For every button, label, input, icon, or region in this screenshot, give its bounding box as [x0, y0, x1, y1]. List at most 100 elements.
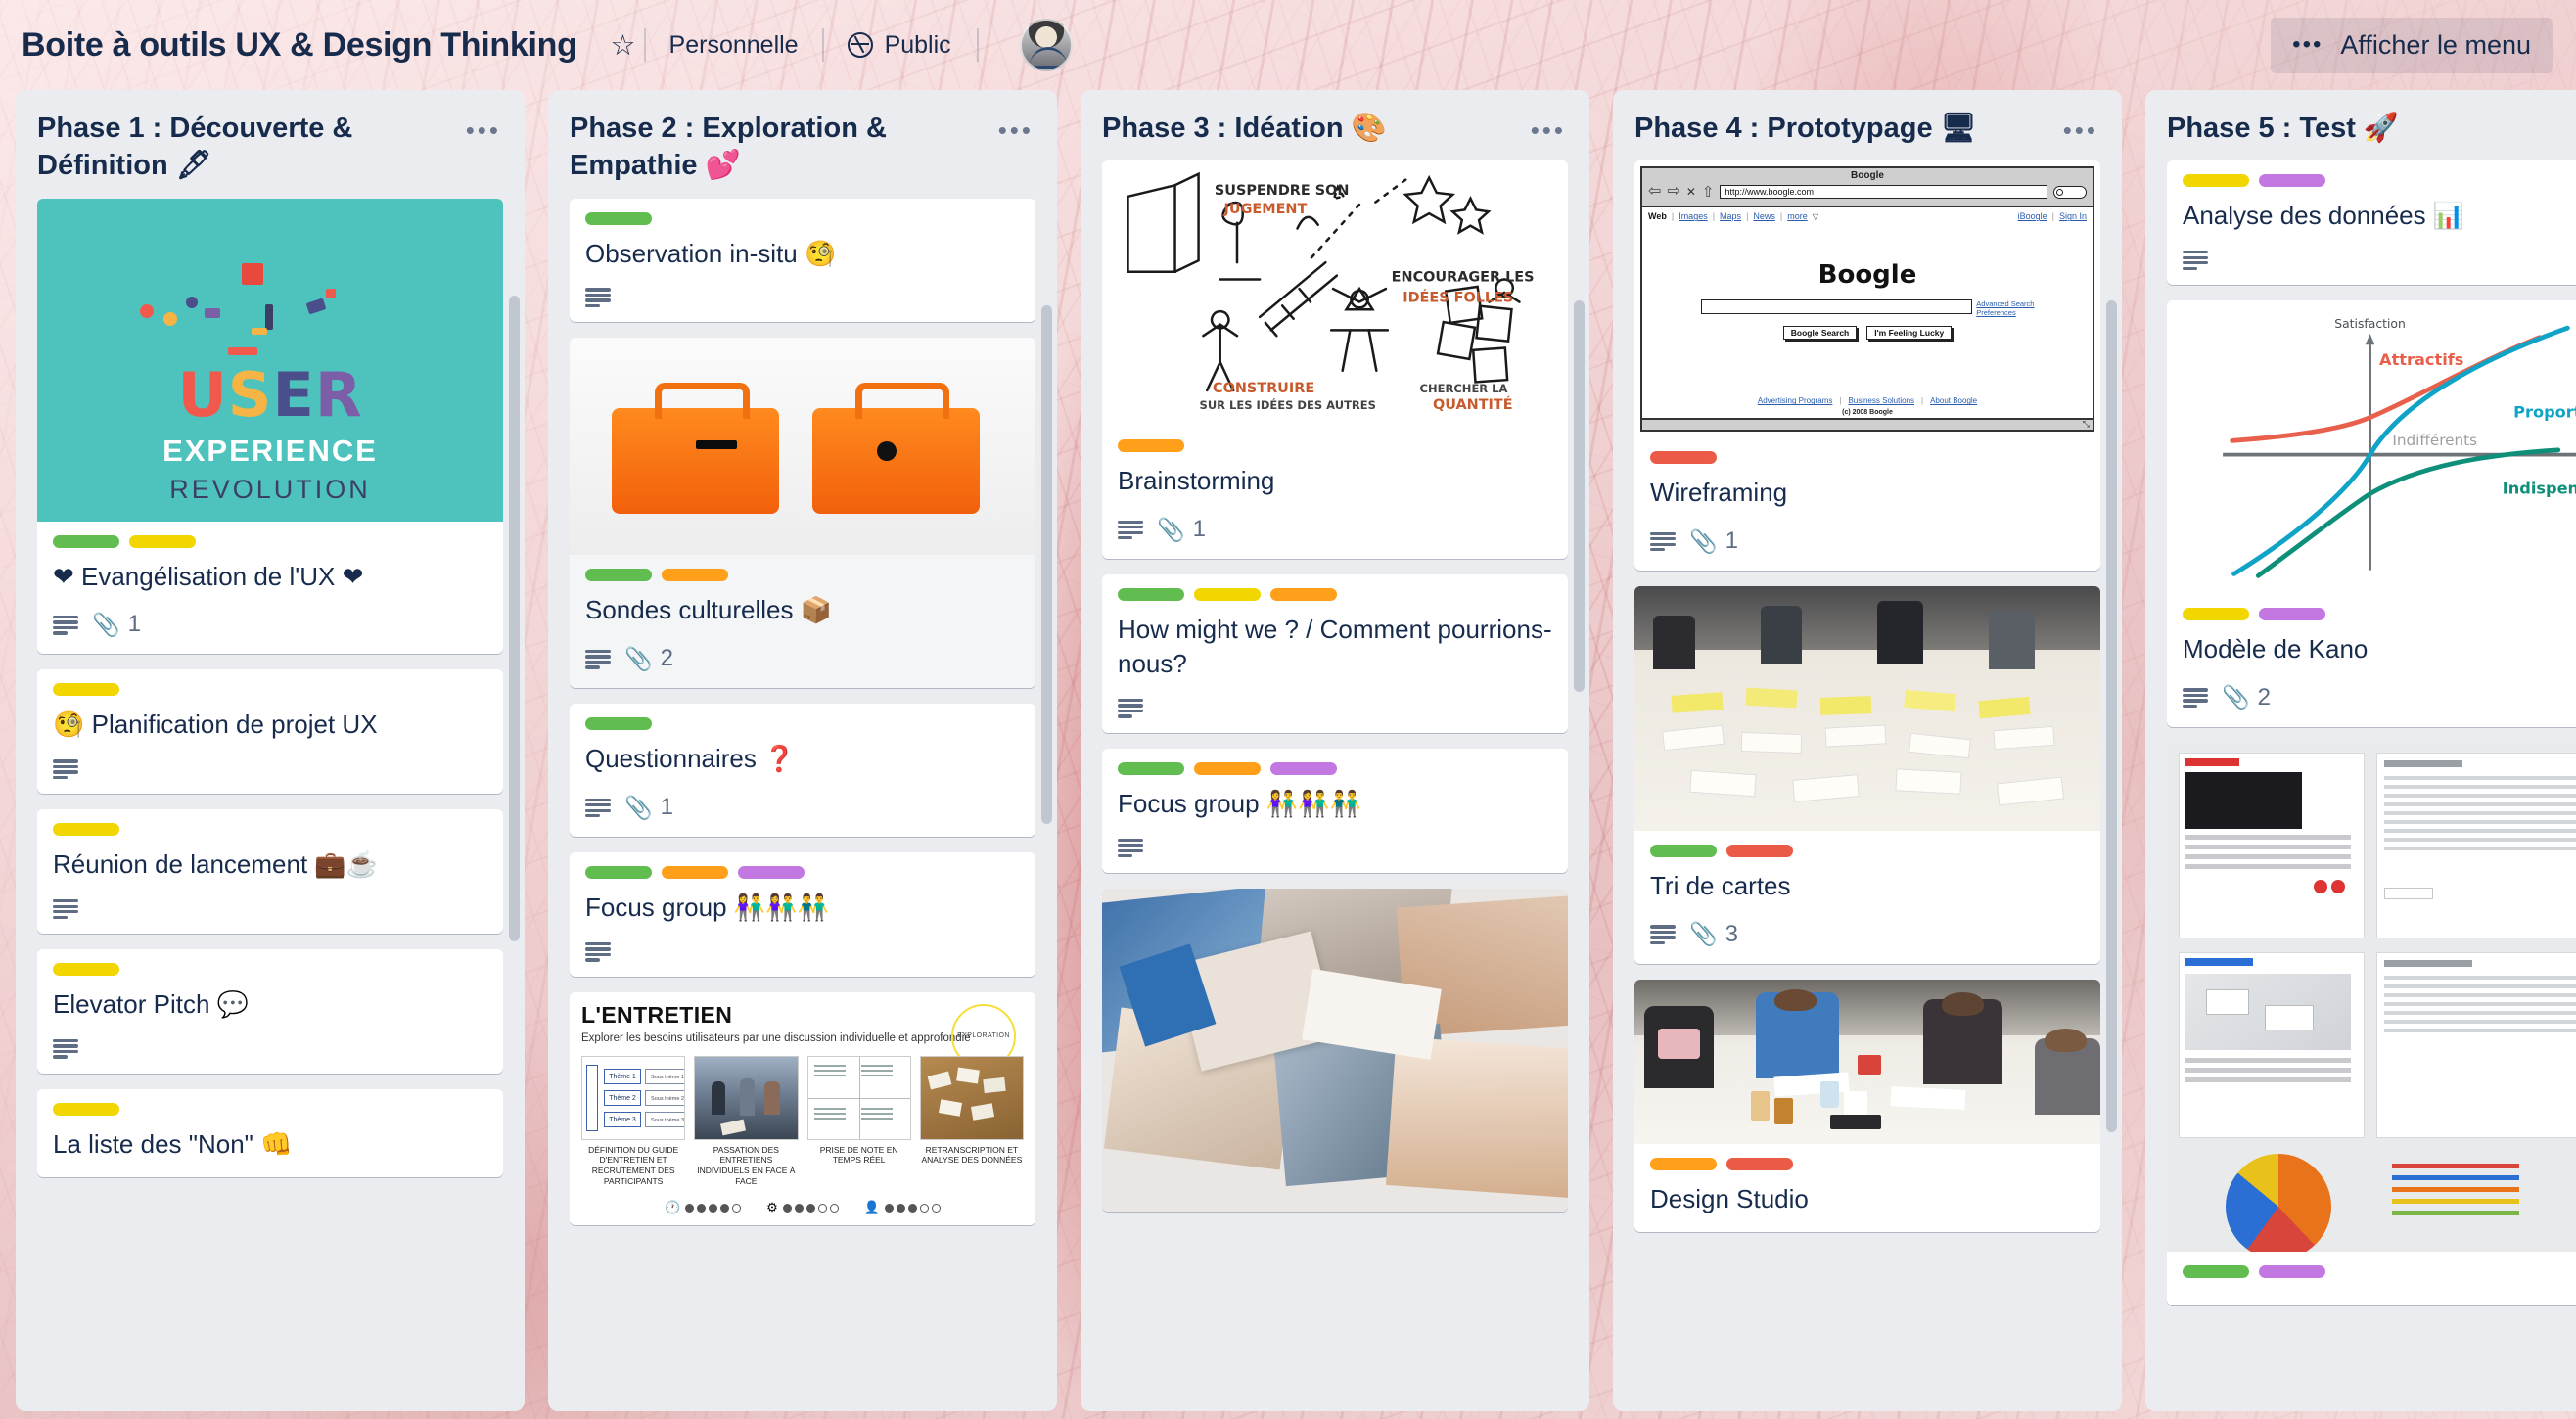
label-orange[interactable] — [1650, 1157, 1717, 1170]
card-title[interactable]: Brainstorming — [1118, 464, 1552, 498]
card-wireframing[interactable]: Boogle ⇦ ⇨ ✕ ⇧ http://www.boogle.com Web… — [1634, 160, 2100, 572]
board-visibility-public[interactable]: Public — [832, 23, 967, 68]
list-menu-icon[interactable]: ••• — [998, 110, 1034, 143]
card-labels[interactable] — [1650, 1157, 2085, 1170]
boogle-nav-web[interactable]: Web — [1648, 211, 1667, 221]
card-labels[interactable] — [53, 1102, 487, 1116]
card-title[interactable]: Wireframing — [1650, 476, 2085, 510]
label-green[interactable] — [585, 569, 652, 582]
card-labels[interactable] — [2183, 174, 2576, 188]
label-red[interactable] — [1726, 845, 1793, 858]
list-scrollbar[interactable] — [2106, 300, 2117, 1132]
card-focus-group-phase2[interactable]: Focus group 👫👫👬 — [570, 852, 1035, 977]
label-green[interactable] — [1118, 588, 1184, 602]
list-scrollbar[interactable] — [1574, 300, 1585, 692]
card-sondes-culturelles[interactable]: Sondes culturelles 📦 📎 2 — [570, 338, 1035, 689]
card-labels[interactable] — [585, 717, 1020, 731]
list-title[interactable]: Phase 5 : Test 🚀 — [2167, 110, 2576, 147]
card-title[interactable]: Questionnaires ❓ — [585, 742, 1020, 776]
label-yellow[interactable] — [2183, 174, 2249, 188]
card-elevator-pitch[interactable]: Elevator Pitch 💬 — [37, 949, 503, 1074]
list-title[interactable]: Phase 4 : Prototypage 🖥 — [1634, 110, 2053, 147]
card-title[interactable]: Tri de cartes — [1650, 869, 2085, 903]
chevron-down-icon[interactable]: ▽ — [1813, 212, 1818, 221]
card-labels[interactable] — [585, 211, 1020, 225]
list-phase-2[interactable]: Phase 2 : Exploration & Empathie 💕 ••• O… — [548, 90, 1057, 1411]
label-green[interactable] — [53, 534, 119, 548]
card-brainstorming[interactable]: SUSPENDRE SON JUGEMENT ENCOURAGER LES ID… — [1102, 160, 1568, 560]
card-evangelisation-ux[interactable]: USER EXPERIENCE REVOLUTION by Paul Boag … — [37, 198, 503, 655]
list-title[interactable]: Phase 2 : Exploration & Empathie 💕 — [570, 110, 989, 185]
label-yellow[interactable] — [53, 963, 119, 977]
back-arrow-icon[interactable]: ⇦ — [1648, 184, 1661, 200]
list-menu-icon[interactable]: ••• — [466, 110, 501, 143]
card-labels[interactable] — [1118, 761, 1552, 775]
card-analyse-des-donnees[interactable]: Analyse des données 📊 — [2167, 160, 2576, 286]
card-entretien-slide[interactable]: L'ENTRETIEN Explorer les besoins utilisa… — [570, 991, 1035, 1226]
boogle-preferences-link[interactable]: Preferences — [1976, 308, 2034, 317]
list-phase-3[interactable]: Phase 3 : Idéation 🎨 ••• SUSPENDRE SON J… — [1081, 90, 1589, 1411]
card-title[interactable]: 🧐 Planification de projet UX — [53, 708, 487, 742]
list-title[interactable]: Phase 3 : Idéation 🎨 — [1102, 110, 1521, 147]
label-orange[interactable] — [1194, 761, 1261, 775]
label-purple[interactable] — [1270, 761, 1337, 775]
label-yellow[interactable] — [1194, 588, 1261, 602]
label-red[interactable] — [1650, 451, 1717, 465]
card-labels[interactable] — [53, 963, 487, 977]
card-title[interactable]: Modèle de Kano — [2183, 632, 2576, 666]
list-scrollbar[interactable] — [1041, 305, 1052, 824]
label-green[interactable] — [585, 717, 652, 731]
boogle-signin-link[interactable]: Sign In — [2059, 211, 2087, 221]
card-title[interactable]: Design Studio — [1650, 1182, 2085, 1216]
card-labels[interactable] — [1650, 845, 2085, 858]
card-title[interactable]: Focus group 👫👫👬 — [1118, 787, 1552, 821]
card-labels[interactable] — [53, 534, 487, 548]
board-title[interactable]: Boite à outils UX & Design Thinking — [22, 26, 577, 65]
card-title[interactable]: La liste des "Non" 👊 — [53, 1127, 487, 1162]
card-title[interactable]: Elevator Pitch 💬 — [53, 987, 487, 1022]
card-focus-group-phase3[interactable]: Focus group 👫👫👬 — [1102, 748, 1568, 873]
boogle-advertising-link[interactable]: Advertising Programs — [1758, 396, 1832, 405]
resize-handle-icon[interactable]: ⤡ — [2083, 419, 2090, 430]
card-labels[interactable] — [2183, 1264, 2576, 1278]
label-green[interactable] — [2183, 1264, 2249, 1278]
card-labels[interactable] — [1118, 439, 1552, 453]
list-phase-1[interactable]: Phase 1 : Découverte & Définition 🖋 ••• — [16, 90, 525, 1411]
label-orange[interactable] — [662, 569, 728, 582]
label-yellow[interactable] — [2183, 608, 2249, 621]
label-orange[interactable] — [1118, 439, 1184, 453]
boogle-nav-images[interactable]: Images — [1679, 211, 1708, 221]
list-title[interactable]: Phase 1 : Découverte & Définition 🖋 — [37, 110, 456, 185]
card-how-might-we[interactable]: How might we ? / Comment pourrions-nous? — [1102, 574, 1568, 733]
star-icon[interactable]: ☆ — [611, 28, 636, 63]
label-purple[interactable] — [2259, 608, 2325, 621]
label-yellow[interactable] — [53, 683, 119, 697]
boogle-about-link[interactable]: About Boogle — [1930, 396, 1977, 405]
card-observation-in-situ[interactable]: Observation in-situ 🧐 — [570, 198, 1035, 323]
card-design-studio[interactable]: Design Studio — [1634, 979, 2100, 1232]
card-liste-des-non[interactable]: La liste des "Non" 👊 — [37, 1088, 503, 1177]
card-title[interactable]: How might we ? / Comment pourrions-nous? — [1118, 613, 1552, 681]
card-title[interactable]: Analyse des données 📊 — [2183, 199, 2576, 233]
card-labels[interactable] — [585, 866, 1020, 880]
card-title[interactable]: Réunion de lancement 💼☕ — [53, 847, 487, 882]
boogle-search-button[interactable]: Boogle Search — [1782, 326, 1858, 341]
card-title[interactable]: Sondes culturelles 📦 — [585, 593, 1020, 627]
card-modele-de-kano[interactable]: Satisfaction Attractifs Proportionnels I… — [2167, 300, 2576, 727]
card-labels[interactable] — [1650, 451, 2085, 465]
boogle-url-bar[interactable]: http://www.boogle.com — [1720, 185, 2047, 200]
card-labels[interactable] — [53, 823, 487, 837]
card-analytics-dashboard[interactable] — [2167, 742, 2576, 1305]
label-yellow[interactable] — [129, 534, 196, 548]
label-green[interactable] — [1650, 845, 1717, 858]
list-scrollbar[interactable] — [509, 296, 520, 941]
show-menu-button[interactable]: ••• Afficher le menu — [2271, 17, 2553, 73]
card-questionnaires[interactable]: Questionnaires ❓ 📎 1 — [570, 704, 1035, 838]
label-yellow[interactable] — [53, 1102, 119, 1116]
card-labels[interactable] — [1118, 588, 1552, 602]
label-purple[interactable] — [2259, 174, 2325, 188]
label-purple[interactable] — [2259, 1264, 2325, 1278]
card-title[interactable]: ❤ Evangélisation de l'UX ❤ — [53, 560, 487, 594]
card-reunion-de-lancement[interactable]: Réunion de lancement 💼☕ — [37, 809, 503, 935]
boogle-nav-more[interactable]: more — [1787, 211, 1808, 221]
